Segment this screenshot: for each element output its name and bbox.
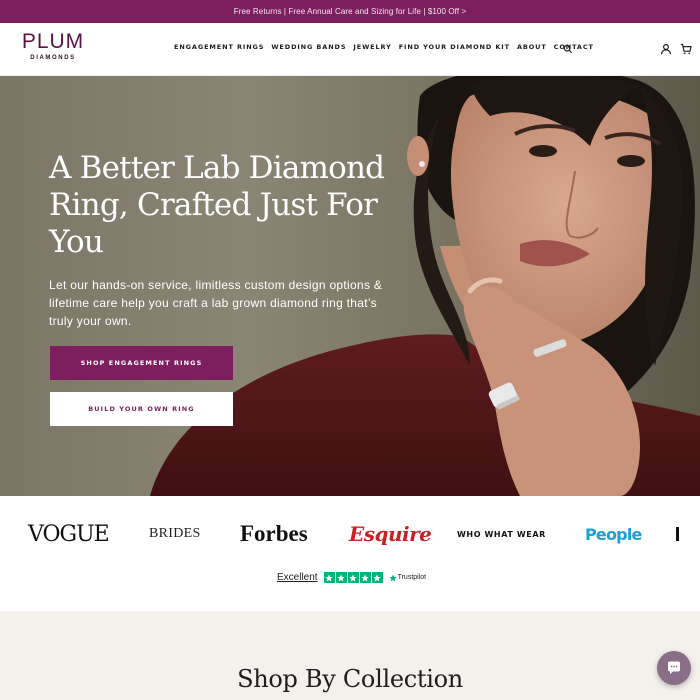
press-logos: VOGUE BRIDES Forbes Esquire WHO WHAT WEA… — [0, 496, 700, 611]
chat-button[interactable] — [657, 651, 691, 685]
site-header: PLUM DIAMONDS ENGAGEMENT RINGS WEDDING B… — [0, 23, 700, 76]
chat-icon — [668, 661, 680, 674]
star-icon — [347, 572, 359, 583]
trustpilot-star-icon — [388, 573, 397, 581]
search-icon[interactable] — [563, 44, 573, 54]
collection-title: Shop By Collection — [237, 665, 463, 693]
brand-logo[interactable]: PLUM DIAMONDS — [17, 30, 89, 61]
shop-engagement-rings-button[interactable]: SHOP ENGAGEMENT RINGS — [50, 346, 233, 380]
trustpilot-widget[interactable]: Excellent Trustpilot — [277, 572, 426, 583]
people-logo: People — [585, 524, 642, 544]
star-icon — [323, 572, 335, 583]
account-icon[interactable] — [660, 43, 672, 55]
esquire-logo: Esquire — [349, 522, 432, 546]
star-icon — [359, 572, 371, 583]
who-what-wear-logo: WHO WHAT WEAR — [457, 529, 546, 539]
collection-section: Shop By Collection — [0, 611, 700, 700]
main-nav: ENGAGEMENT RINGS WEDDING BANDS JEWELRY F… — [174, 43, 594, 51]
nav-jewelry[interactable]: JEWELRY — [353, 43, 391, 51]
nav-find-diamond-kit[interactable]: FIND YOUR DIAMOND KIT — [399, 43, 510, 51]
hero-section: A Better Lab Diamond Ring, Crafted Just … — [0, 76, 700, 496]
trustpilot-logo: Trustpilot — [388, 573, 427, 582]
nav-contact[interactable]: CONTACT — [554, 43, 594, 51]
brand-subtitle: DIAMONDS — [30, 55, 76, 61]
promo-bar[interactable]: Free Returns | Free Annual Care and Sizi… — [0, 0, 700, 23]
hero-description: Let our hands-on service, limitless cust… — [49, 278, 383, 328]
trustpilot-brand: Trustpilot — [397, 574, 427, 581]
promo-link[interactable]: Free Returns | Free Annual Care and Sizi… — [234, 7, 467, 16]
brand-name: PLUM — [21, 30, 85, 53]
build-your-own-ring-button[interactable]: BUILD YOUR OWN RING — [50, 392, 233, 426]
star-icon — [335, 572, 347, 583]
nav-wedding-bands[interactable]: WEDDING BANDS — [271, 43, 346, 51]
partial-logo — [676, 527, 679, 541]
nav-about[interactable]: ABOUT — [517, 43, 547, 51]
nav-engagement-rings[interactable]: ENGAGEMENT RINGS — [174, 43, 264, 51]
cart-icon[interactable] — [680, 43, 692, 55]
vogue-logo: VOGUE — [28, 521, 110, 547]
trustpilot-stars — [323, 572, 383, 583]
star-icon — [371, 572, 383, 583]
forbes-logo: Forbes — [240, 521, 308, 546]
brides-logo: BRIDES — [149, 526, 201, 541]
trustpilot-rating-label[interactable]: Excellent — [277, 572, 318, 583]
hero-title: A Better Lab Diamond Ring, Crafted Just … — [49, 150, 385, 260]
